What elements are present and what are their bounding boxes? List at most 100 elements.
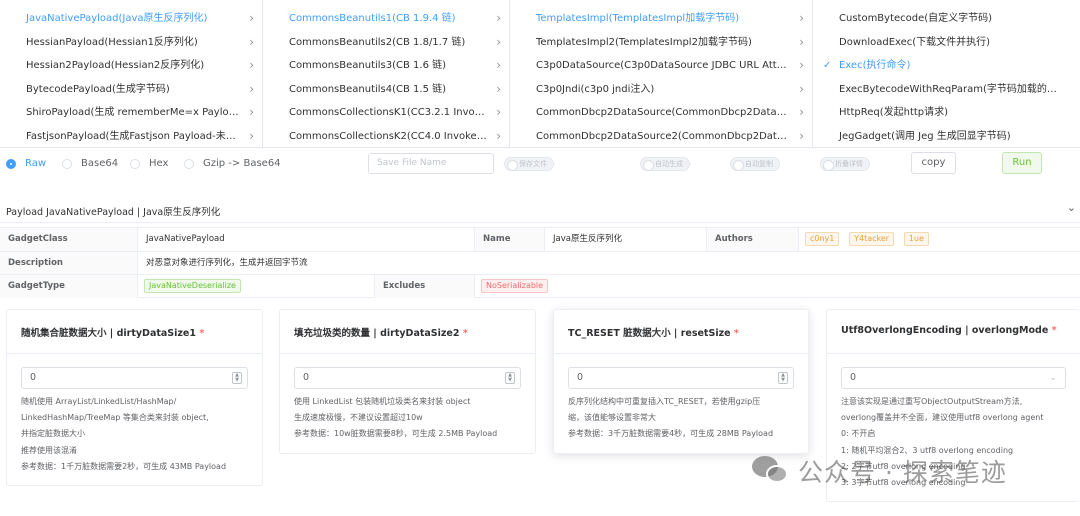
chevron-right-icon: › <box>249 128 254 143</box>
cascader-option[interactable]: TemplatesImpl2(TemplatesImpl2加载字节码) › <box>510 31 812 55</box>
copy-button[interactable]: copy <box>911 152 956 174</box>
cascader-option[interactable]: Hessian2Payload(Hessian2反序列化) › <box>0 54 262 78</box>
cascader-option[interactable]: CustomBytecode(自定义字节码) <box>813 7 1080 31</box>
cascader-option[interactable]: BytecodePayload(生成字节码) › <box>0 78 262 102</box>
save-file-switch[interactable]: 保存文件 <box>504 157 554 171</box>
switch-label: 保存文件 <box>519 160 547 168</box>
gadget-type-tag: JavaNativeDeserialize <box>144 278 241 293</box>
chevron-right-icon: › <box>249 81 254 96</box>
name-label: Name <box>475 228 545 251</box>
param-title-text: Utf8OverlongEncoding | overlongMode <box>841 325 1049 336</box>
cascader-option-label: CommonsBeanutils2(CB 1.8/1.7 链) <box>289 36 466 48</box>
chevron-right-icon: › <box>799 128 804 143</box>
chevron-right-icon: › <box>249 58 254 73</box>
radio-label: Base64 <box>81 158 119 169</box>
cascader-option[interactable]: ShiroPayload(生成 rememberMe=x Payload) › <box>0 101 262 125</box>
author-tag: c0ny1 <box>805 231 840 246</box>
cascader-option[interactable]: ✓ Exec(执行命令) <box>813 54 1080 78</box>
stepper-arrows-icon[interactable]: ▲ ▼ <box>505 372 515 384</box>
panel-title: Payload JavaNativePayload | Java原生反序列化 <box>6 207 221 218</box>
cascader-option[interactable]: ExecBytecodeWithReqParam(字节码加载的小马) <box>813 78 1080 102</box>
author-tag: 1ue <box>903 231 929 246</box>
gadget-details-table: GadgetClass JavaNativePayload Name Java原… <box>0 227 1080 298</box>
help-line: 参考数据：1千万脏数据需要2秒，可生成 43MB Payload <box>21 461 227 471</box>
cascader-column-bytecode: CustomBytecode(自定义字节码) DownloadExec(下载文件并… <box>813 0 1080 148</box>
param-card-dirty-data-size2: 填充垃圾类的数量 | dirtyDataSize2 * 0 ▲ ▼ 使用 Linke… <box>279 309 536 454</box>
chevron-right-icon: › <box>249 105 254 120</box>
check-icon: ✓ <box>823 60 832 72</box>
run-button[interactable]: Run <box>1002 152 1042 174</box>
cascader-option-label: HessianPayload(Hessian1反序列化) <box>26 36 198 48</box>
chevron-right-icon: › <box>249 34 254 49</box>
chevron-right-icon: › <box>799 34 804 49</box>
radio-raw[interactable]: Raw <box>6 158 46 169</box>
cascader-option[interactable]: CommonsBeanutils4(CB 1.5 链) › <box>263 78 509 102</box>
radio-base64[interactable]: Base64 <box>62 158 118 169</box>
cascader-option[interactable]: CommonsBeanutils3(CB 1.6 链) › <box>263 54 509 78</box>
param-help: 随机使用 ArrayList/LinkedList/HashMap/ Linke… <box>21 394 248 475</box>
cascader-option[interactable]: DownloadExec(下载文件并执行) <box>813 31 1080 55</box>
cascader-option[interactable]: CommonDbcp2DataSource(CommonDbcp2DataSou… <box>510 101 812 125</box>
cascader-option-label: ExecBytecodeWithReqParam(字节码加载的小马) <box>839 83 1071 95</box>
gadget-class-label: GadgetClass <box>0 228 138 251</box>
switch-label: 自动生成 <box>655 160 683 168</box>
cascader-option[interactable]: CommonsBeanutils1(CB 1.9.4 链) › <box>263 7 509 31</box>
cascader-column-chain: CommonsBeanutils1(CB 1.9.4 链) › CommonsBea… <box>263 0 510 148</box>
cascader-option[interactable]: HessianPayload(Hessian1反序列化) › <box>0 31 262 55</box>
help-line: 使用 LinkedList 包装随机垃圾类名来封装 object <box>294 397 471 406</box>
chevron-right-icon: › <box>249 11 254 25</box>
overlong-mode-select[interactable]: 0 ⌄ <box>841 367 1066 389</box>
radio-gzip-base64[interactable]: Gzip -> Base64 <box>184 158 281 169</box>
excludes-tag: NoSerializable <box>481 278 549 293</box>
auto-generate-switch[interactable]: 自动生成 <box>640 157 690 171</box>
help-line: 注意该实现是通过重写ObjectOutputStream方法, <box>841 397 1023 406</box>
name-value: Java原生反序列化 <box>545 228 707 251</box>
radio-dot <box>130 158 140 169</box>
save-file-name-input[interactable]: Save File Name <box>368 153 494 174</box>
help-line: 随机使用 ArrayList/LinkedList/HashMap/ <box>21 397 177 406</box>
description-label: Description <box>0 251 138 274</box>
input-value: 0 <box>303 372 310 383</box>
cascader-option[interactable]: C3p0DataSource(C3p0DataSource JDBC URL A… <box>510 54 812 78</box>
input-value: 0 <box>30 372 37 383</box>
cascader-option[interactable]: CommonsBeanutils2(CB 1.8/1.7 链) › <box>263 31 509 55</box>
gadget-cascader: JavaNativePayload(Java原生反序列化) › HessianPay… <box>0 0 1080 148</box>
cascader-option[interactable]: CommonsCollectionsK1(CC3.2.1 InvokerTr..… <box>263 101 509 125</box>
payload-panel-header[interactable]: Payload JavaNativePayload | Java原生反序列化 ⌄ <box>0 197 1080 223</box>
cascader-option-label: CommonsCollectionsK1(CC3.2.1 InvokerTr..… <box>289 107 508 119</box>
radio-label: Gzip -> Base64 <box>203 158 281 169</box>
reset-size-input[interactable]: 0 ▲ ▼ <box>568 367 794 389</box>
dirty-data-size2-input[interactable]: 0 ▲ ▼ <box>294 367 521 389</box>
select-value: 0 <box>850 372 857 383</box>
chevron-down-icon[interactable]: ⌄ <box>1067 201 1076 214</box>
cascader-option[interactable]: CommonDbcp2DataSource2(CommonDbcp2DataSo… <box>510 125 812 148</box>
cascader-option-label: BytecodePayload(生成字节码) <box>26 83 170 95</box>
stepper-arrows-icon[interactable]: ▲ ▼ <box>232 372 242 384</box>
fold-detail-switch[interactable]: 折叠详情 <box>820 157 870 171</box>
cascader-option[interactable]: TemplatesImpl(TemplatesImpl加载字节码) › <box>510 7 812 31</box>
cascader-option-label: TemplatesImpl(TemplatesImpl加载字节码) <box>536 13 740 24</box>
gadget-class-value: JavaNativePayload <box>138 228 475 251</box>
param-help: 使用 LinkedList 包装随机垃圾类名来封装 object 生成速度极慢，… <box>294 394 521 443</box>
cascader-option[interactable]: FastjsonPayload(生成Fastjson Payload-未测试) › <box>0 125 262 148</box>
cascader-option[interactable]: C3p0Jndi(c3p0 jndi注入) › <box>510 78 812 102</box>
required-mark: * <box>1051 325 1057 336</box>
cascader-option[interactable]: JavaNativePayload(Java原生反序列化) › <box>0 7 262 31</box>
auto-copy-switch[interactable]: 自动复制 <box>730 157 780 171</box>
cascader-option-label: C3p0DataSource(C3p0DataSource JDBC URL A… <box>536 60 798 72</box>
chevron-right-icon: › <box>496 81 501 96</box>
dirty-data-size1-input[interactable]: 0 ▲ ▼ <box>21 367 248 389</box>
excludes-label: Excludes <box>375 275 475 298</box>
help-line: 0: 不开启 <box>841 429 876 439</box>
help-line: 生成速度极慢，不建议设置超过10w <box>294 413 423 423</box>
cascader-option[interactable]: JegGadget(调用 Jeg 生成回显字节码) <box>813 125 1080 148</box>
stepper-arrows-icon[interactable]: ▲ ▼ <box>778 372 788 384</box>
chevron-right-icon: › <box>799 81 804 96</box>
cascader-option-label: CommonsCollectionsK2(CC4.0 InvokerTra... <box>289 130 506 142</box>
cascader-option[interactable]: CommonsCollectionsK2(CC4.0 InvokerTra...… <box>263 125 509 148</box>
cascader-option-label: JavaNativePayload(Java原生反序列化) <box>26 13 208 24</box>
cascader-option[interactable]: HttpReq(发起http请求) <box>813 101 1080 125</box>
wechat-logo-icon <box>752 456 792 486</box>
help-line: 参考数据：10w脏数据需要8秒，可生成 2.5MB Payload <box>294 429 498 439</box>
radio-hex[interactable]: Hex <box>130 158 168 169</box>
